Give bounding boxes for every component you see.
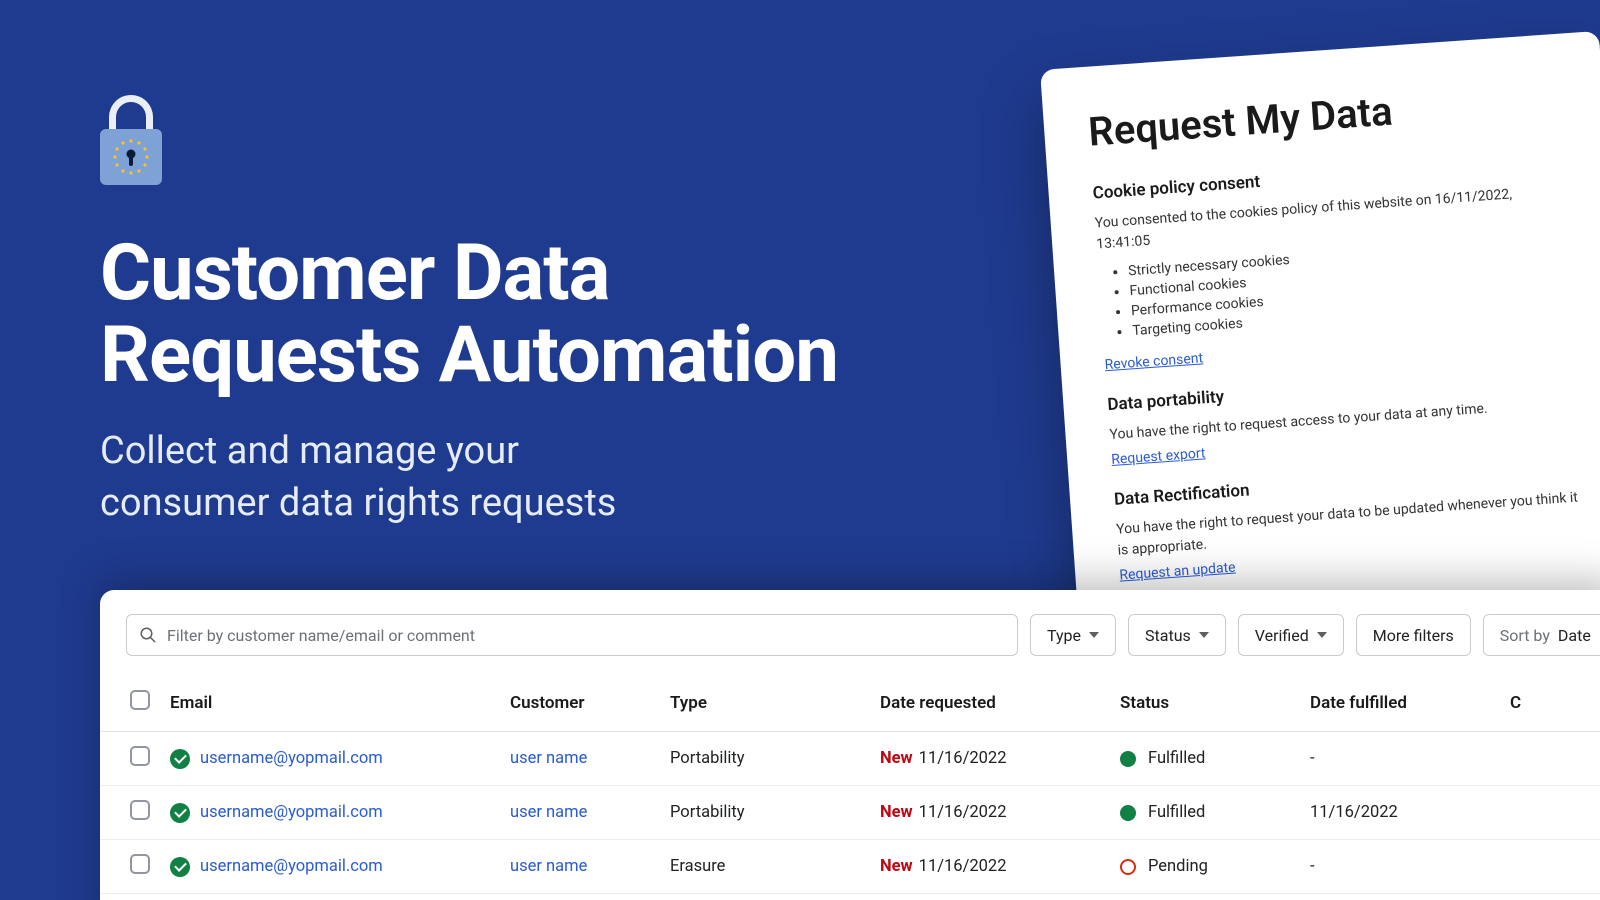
- sort-field: Date: [1558, 626, 1591, 645]
- filter-verified[interactable]: Verified: [1238, 614, 1344, 656]
- status-cell: Fulfilled: [1120, 749, 1290, 768]
- filter-verified-label: Verified: [1255, 626, 1309, 645]
- date-requested-cell: New11/16/2022: [870, 786, 1110, 840]
- customer-link[interactable]: user name: [510, 857, 587, 876]
- new-badge: New: [880, 803, 913, 822]
- request-export-link[interactable]: Request export: [1111, 445, 1206, 468]
- status-dot-icon: [1120, 805, 1136, 821]
- extra-cell: [1500, 894, 1600, 900]
- search-placeholder: Filter by customer name/email or comment: [167, 626, 475, 645]
- select-all-checkbox[interactable]: [130, 690, 150, 710]
- hero-title: Customer Data Requests Automation: [100, 233, 838, 397]
- status-label: Pending: [1148, 857, 1208, 876]
- col-date-fulfilled: Date fulfilled: [1300, 676, 1500, 732]
- chevron-down-icon: [1199, 632, 1209, 638]
- chevron-down-icon: [1089, 632, 1099, 638]
- table-row[interactable]: username@yopmail.com user name ErasureNew1…: [100, 840, 1600, 894]
- row-checkbox[interactable]: [130, 746, 150, 766]
- requests-panel: Filter by customer name/email or comment…: [100, 590, 1600, 900]
- status-label: Fulfilled: [1148, 749, 1205, 768]
- status-label: Fulfilled: [1148, 803, 1205, 822]
- type-cell: Rectification: [660, 894, 870, 900]
- extra-cell: [1500, 840, 1600, 894]
- col-date-requested: Date requested: [870, 676, 1110, 732]
- revoke-consent-link[interactable]: Revoke consent: [1104, 350, 1203, 373]
- table-row[interactable]: username@yopmail.comuser nameRectificati…: [100, 894, 1600, 900]
- filter-status-label: Status: [1145, 626, 1191, 645]
- col-email: Email: [160, 676, 500, 732]
- row-checkbox[interactable]: [130, 800, 150, 820]
- requests-table: Email Customer Type Date requested Statu…: [100, 676, 1600, 900]
- date-fulfilled-cell: -: [1300, 732, 1500, 786]
- date-fulfilled-cell: -: [1300, 840, 1500, 894]
- col-customer: Customer: [500, 676, 660, 732]
- filter-type[interactable]: Type: [1030, 614, 1116, 656]
- row-checkbox[interactable]: [130, 854, 150, 874]
- date-fulfilled-cell: 11/16/2022: [1300, 786, 1500, 840]
- col-type: Type: [660, 676, 870, 732]
- hero: Customer Data Requests Automation Collec…: [100, 95, 838, 530]
- status-dot-icon: [1120, 859, 1136, 875]
- filter-status[interactable]: Status: [1128, 614, 1226, 656]
- chevron-down-icon: [1317, 632, 1327, 638]
- verified-icon: [170, 749, 190, 769]
- status-cell: Fulfilled: [1120, 803, 1290, 822]
- email-link[interactable]: username@yopmail.com: [200, 803, 383, 822]
- verified-icon: [170, 857, 190, 877]
- request-data-card: Request My Data Cookie policy consent Yo…: [1040, 31, 1600, 647]
- extra-cell: [1500, 732, 1600, 786]
- table-row[interactable]: username@yopmail.com user name Portability…: [100, 732, 1600, 786]
- hero-subtitle: Collect and manage your consumer data ri…: [100, 425, 838, 530]
- request-data-title: Request My Data: [1087, 76, 1561, 156]
- search-icon: [139, 626, 157, 644]
- hero-subtitle-line1: Collect and manage your: [100, 429, 519, 473]
- email-link[interactable]: username@yopmail.com: [200, 749, 383, 768]
- table-row[interactable]: username@yopmail.com user name Portability…: [100, 786, 1600, 840]
- request-update-link[interactable]: Request an update: [1119, 560, 1236, 584]
- status-cell: Pending: [1120, 857, 1290, 876]
- filter-type-label: Type: [1047, 626, 1081, 645]
- filter-more-label: More filters: [1373, 626, 1454, 645]
- col-extra: C: [1500, 676, 1600, 732]
- hero-title-line1: Customer Data: [100, 228, 609, 319]
- date-requested-cell: New11/16/2022: [870, 840, 1110, 894]
- new-badge: New: [880, 749, 913, 768]
- type-cell: Erasure: [660, 840, 870, 894]
- hero-subtitle-line2: consumer data rights requests: [100, 481, 616, 525]
- col-status: Status: [1110, 676, 1300, 732]
- email-link[interactable]: username@yopmail.com: [200, 857, 383, 876]
- status-dot-icon: [1120, 751, 1136, 767]
- customer-link[interactable]: user name: [510, 749, 587, 768]
- sort-prefix: Sort by: [1500, 626, 1550, 645]
- customer-link[interactable]: user name: [510, 803, 587, 822]
- date-requested-cell: New11/16/2022: [870, 732, 1110, 786]
- new-badge: New: [880, 857, 913, 876]
- search-input[interactable]: Filter by customer name/email or comment: [126, 614, 1018, 656]
- hero-title-line2: Requests Automation: [100, 310, 838, 401]
- verified-icon: [170, 803, 190, 823]
- filter-more[interactable]: More filters: [1356, 614, 1471, 656]
- gdpr-lock-icon: [100, 95, 162, 185]
- extra-cell: [1500, 786, 1600, 840]
- sort-control[interactable]: Sort by Date: [1483, 614, 1600, 656]
- toolbar: Filter by customer name/email or comment…: [100, 614, 1600, 676]
- date-fulfilled-cell: -: [1300, 894, 1500, 900]
- type-cell: Portability: [660, 732, 870, 786]
- type-cell: Portability: [660, 786, 870, 840]
- date-requested-cell: New11/16/2022: [870, 894, 1110, 900]
